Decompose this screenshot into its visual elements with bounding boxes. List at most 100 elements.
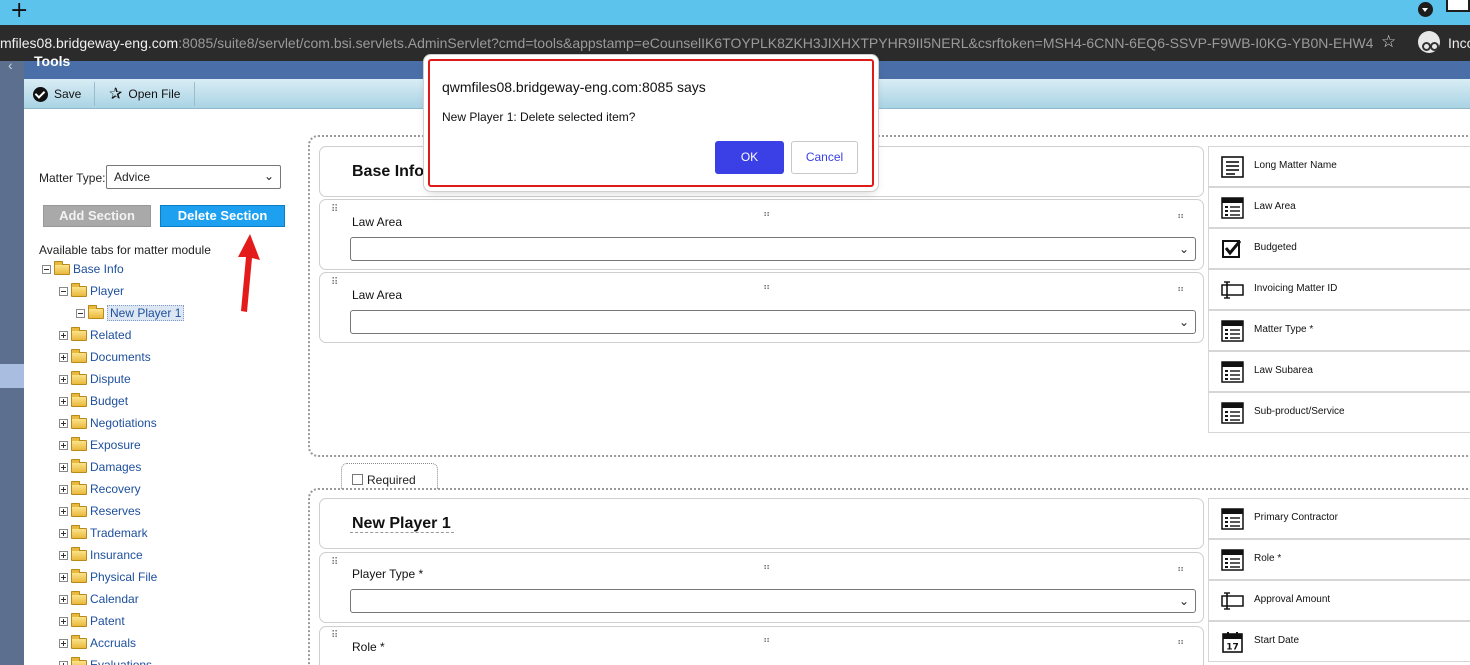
tree-item[interactable]: Related bbox=[59, 326, 132, 343]
url-host: mfiles08.bridgeway-eng.com bbox=[0, 35, 179, 51]
expand-icon[interactable] bbox=[59, 528, 68, 538]
law-area-select[interactable]: ⌄ bbox=[350, 237, 1196, 261]
palette-item[interactable]: Primary Contractor bbox=[1208, 498, 1470, 539]
incognito-icon[interactable] bbox=[1418, 31, 1440, 53]
save-button[interactable]: Save bbox=[33, 84, 81, 104]
palette-item-label: Role * bbox=[1254, 553, 1282, 564]
expand-icon[interactable] bbox=[59, 484, 68, 494]
drag-handle-icon[interactable]: ⠶ bbox=[763, 210, 770, 220]
tree-item-label: Related bbox=[90, 328, 132, 342]
address-bar: mfiles08.bridgeway-eng.com:8085/suite8/s… bbox=[0, 25, 1470, 61]
tree-item[interactable]: Negotiations bbox=[59, 414, 157, 431]
tree-item-base-info[interactable]: Base Info bbox=[42, 260, 124, 277]
drag-handle-icon[interactable]: ⠶ bbox=[763, 563, 770, 573]
drag-handle-icon[interactable]: ⠿ bbox=[331, 631, 338, 641]
palette-item[interactable]: Law Area bbox=[1208, 187, 1470, 228]
palette-item[interactable]: Sub-product/Service bbox=[1208, 392, 1470, 433]
delete-section-button[interactable]: Delete Section bbox=[160, 205, 285, 227]
player-type-select[interactable]: ⌄ bbox=[350, 589, 1196, 613]
drag-handle-icon[interactable]: ⠶ bbox=[763, 636, 770, 646]
tree-item[interactable]: Insurance bbox=[59, 546, 143, 563]
text-input-icon bbox=[1221, 281, 1244, 299]
expand-icon[interactable] bbox=[59, 594, 68, 604]
collapse-chevron-icon[interactable]: ‹ bbox=[8, 57, 13, 73]
required-checkbox[interactable] bbox=[352, 474, 363, 485]
url-field[interactable]: mfiles08.bridgeway-eng.com:8085/suite8/s… bbox=[0, 35, 1373, 51]
expand-icon[interactable] bbox=[59, 638, 68, 648]
tree-item[interactable]: Patent bbox=[59, 612, 125, 629]
tree-item[interactable]: Exposure bbox=[59, 436, 141, 453]
palette-item[interactable]: Invoicing Matter ID bbox=[1208, 269, 1470, 310]
matter-type-select[interactable]: Advice ⌄ bbox=[106, 165, 281, 189]
expand-icon[interactable] bbox=[59, 462, 68, 472]
collapse-icon[interactable] bbox=[59, 286, 68, 296]
tree-item[interactable]: Dispute bbox=[59, 370, 131, 387]
drag-handle-icon[interactable]: ⠶ bbox=[1177, 565, 1184, 575]
field-card[interactable] bbox=[319, 626, 1204, 665]
ok-button[interactable]: OK bbox=[715, 141, 784, 174]
tree-item-label-selected: New Player 1 bbox=[107, 305, 185, 321]
expand-icon[interactable] bbox=[59, 572, 68, 582]
expand-icon[interactable] bbox=[59, 352, 68, 362]
folder-icon bbox=[71, 480, 87, 495]
drag-handle-icon[interactable]: ⠿ bbox=[331, 278, 338, 288]
tree-item[interactable]: Trademark bbox=[59, 524, 148, 541]
tree-item[interactable]: Evaluations bbox=[59, 656, 152, 665]
window-control-button[interactable] bbox=[1446, 0, 1470, 12]
bookmark-star-icon[interactable]: ☆ bbox=[1381, 32, 1396, 52]
section-title-base-info[interactable]: Base Info bbox=[352, 163, 424, 181]
new-tab-button[interactable]: + bbox=[10, 0, 28, 23]
tree-item-label: Reserves bbox=[90, 504, 141, 518]
section-title-new-player[interactable]: New Player 1 bbox=[352, 515, 451, 533]
tree-item[interactable]: Documents bbox=[59, 348, 151, 365]
palette-item[interactable]: Matter Type * bbox=[1208, 310, 1470, 351]
drag-handle-icon[interactable]: ⠶ bbox=[763, 283, 770, 293]
expand-icon[interactable] bbox=[59, 418, 68, 428]
expand-icon[interactable] bbox=[59, 396, 68, 406]
tree-item-new-player-1[interactable]: New Player 1 bbox=[76, 304, 185, 321]
tree-item[interactable]: Calendar bbox=[59, 590, 139, 607]
tree-item-player[interactable]: Player bbox=[59, 282, 124, 299]
expand-icon[interactable] bbox=[59, 374, 68, 384]
tree-item[interactable]: Physical File bbox=[59, 568, 157, 585]
palette-item[interactable]: 17 Start Date bbox=[1208, 621, 1470, 662]
drag-handle-icon[interactable]: ⠿ bbox=[331, 205, 338, 215]
expand-icon[interactable] bbox=[59, 550, 68, 560]
palette-item[interactable]: Budgeted bbox=[1208, 228, 1470, 269]
expand-icon[interactable] bbox=[59, 506, 68, 516]
drag-handle-icon[interactable]: ⠶ bbox=[1177, 212, 1184, 222]
palette-item[interactable]: Role * bbox=[1208, 539, 1470, 580]
palette-item[interactable]: Long Matter Name bbox=[1208, 146, 1470, 187]
list-box-icon bbox=[1221, 197, 1244, 219]
expand-icon[interactable] bbox=[59, 440, 68, 450]
expand-icon[interactable] bbox=[59, 660, 68, 665]
drag-handle-icon[interactable]: ⠶ bbox=[1177, 285, 1184, 295]
palette-item-label: Sub-product/Service bbox=[1254, 406, 1345, 417]
page-title: Tools bbox=[34, 53, 71, 69]
cancel-button[interactable]: Cancel bbox=[791, 141, 858, 174]
tree-item[interactable]: Budget bbox=[59, 392, 129, 409]
tree-item-label: Calendar bbox=[90, 592, 139, 606]
drag-handle-icon[interactable]: ⠶ bbox=[1177, 638, 1184, 648]
expand-icon[interactable] bbox=[59, 616, 68, 626]
palette-item[interactable]: Law Subarea bbox=[1208, 351, 1470, 392]
collapse-icon[interactable] bbox=[76, 308, 85, 318]
tree-item[interactable]: Damages bbox=[59, 458, 142, 475]
open-file-button[interactable]: ✰ Open File bbox=[109, 84, 180, 104]
tree-item-label: Damages bbox=[90, 460, 142, 474]
tree-item[interactable]: Recovery bbox=[59, 480, 141, 497]
tree-item[interactable]: Accruals bbox=[59, 634, 136, 651]
law-area-select[interactable]: ⌄ bbox=[350, 310, 1196, 334]
palette-item[interactable]: Approval Amount bbox=[1208, 580, 1470, 621]
required-toggle[interactable]: Required bbox=[341, 463, 438, 489]
drag-handle-icon[interactable]: ⠿ bbox=[331, 558, 338, 568]
tab-search-icon[interactable] bbox=[1418, 2, 1433, 17]
expand-icon[interactable] bbox=[59, 330, 68, 340]
collapse-icon[interactable] bbox=[42, 264, 51, 274]
app-left-strip: ‹ bbox=[0, 57, 24, 665]
red-annotation-arrow bbox=[238, 234, 260, 312]
tree-item-label: Budget bbox=[90, 394, 129, 408]
checkbox-icon bbox=[1222, 240, 1242, 258]
add-section-button[interactable]: Add Section bbox=[43, 205, 151, 227]
tree-item[interactable]: Reserves bbox=[59, 502, 141, 519]
